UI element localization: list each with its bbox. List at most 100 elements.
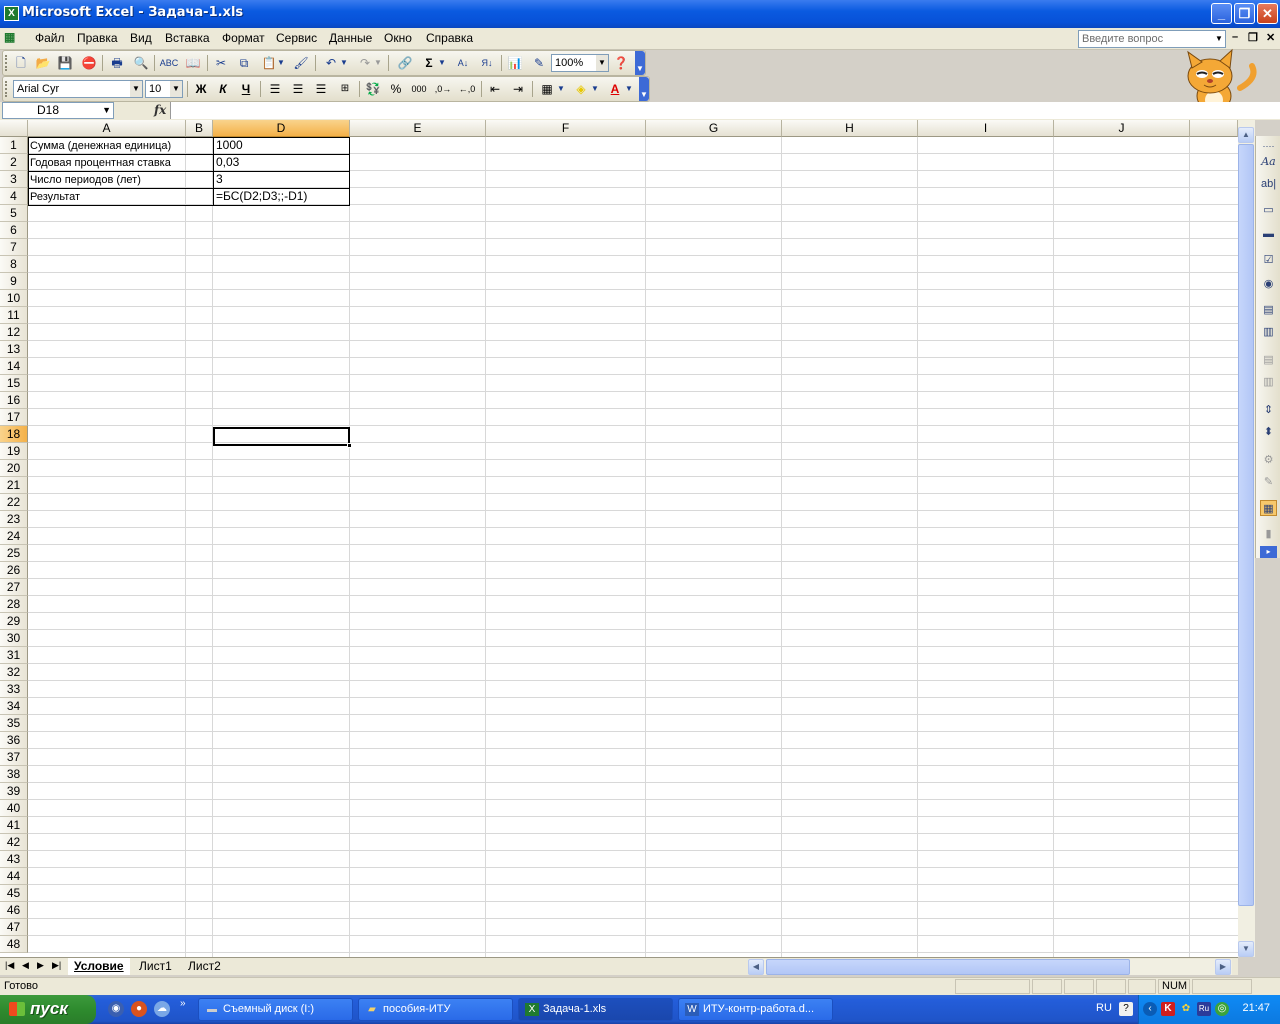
row-header[interactable]: 28	[0, 596, 28, 613]
sort-ascending-icon[interactable]: A↓	[453, 54, 473, 72]
menu-view[interactable]: Вид	[130, 31, 152, 45]
keyboard-layout-icon[interactable]: Ru	[1197, 1002, 1211, 1016]
row-header[interactable]: 27	[0, 579, 28, 596]
task-excel[interactable]: X Задача-1.xls	[518, 998, 673, 1021]
text-field-icon[interactable]: ab|	[1260, 176, 1277, 192]
tab-condition[interactable]: Условие	[68, 958, 130, 975]
menu-tools[interactable]: Сервис	[276, 31, 317, 45]
row-header[interactable]: 48	[0, 936, 28, 953]
help-icon[interactable]: ❓	[611, 54, 631, 72]
hyperlink-icon[interactable]: 🔗	[395, 54, 415, 72]
button-icon[interactable]: ▬	[1260, 226, 1277, 242]
column-header[interactable]	[1190, 120, 1238, 137]
run-dialog-icon[interactable]: ▮	[1260, 526, 1277, 542]
align-right-icon[interactable]: ☰	[311, 80, 331, 98]
fill-color-icon[interactable]: ◈	[571, 80, 591, 98]
row-header[interactable]: 35	[0, 715, 28, 732]
first-sheet-icon[interactable]: |◀	[5, 960, 14, 971]
row-header[interactable]: 33	[0, 681, 28, 698]
language-indicator[interactable]: RU	[1096, 1002, 1112, 1014]
row-header[interactable]: 44	[0, 868, 28, 885]
row-header[interactable]: 29	[0, 613, 28, 630]
column-header[interactable]: A	[28, 120, 186, 137]
cell-a1[interactable]: Сумма (денежная единица)	[28, 138, 213, 155]
align-center-icon[interactable]: ☰	[288, 80, 308, 98]
row-header[interactable]: 26	[0, 562, 28, 579]
menu-format[interactable]: Формат	[222, 31, 265, 45]
radio-icon[interactable]: ◉	[1260, 276, 1277, 292]
menu-help[interactable]: Справка	[426, 31, 473, 45]
row-header[interactable]: 21	[0, 477, 28, 494]
row-header[interactable]: 9	[0, 273, 28, 290]
copy-icon[interactable]: ⧉	[234, 54, 254, 72]
antivirus-icon[interactable]: K	[1161, 1002, 1175, 1016]
row-header[interactable]: 2	[0, 154, 28, 171]
label-icon[interactable]: Aa	[1260, 154, 1277, 170]
increase-indent-icon[interactable]: ⇥	[508, 80, 528, 98]
last-sheet-icon[interactable]: ▶|	[52, 960, 61, 971]
row-header[interactable]: 10	[0, 290, 28, 307]
doc-minimize-button[interactable]: –	[1232, 31, 1238, 43]
doc-restore-button[interactable]: ❐	[1248, 31, 1258, 44]
font-name-select[interactable]: Arial Cyr ▼	[13, 80, 143, 98]
permission-icon[interactable]: ⛔	[79, 54, 99, 72]
row-header[interactable]: 6	[0, 222, 28, 239]
column-header[interactable]: H	[782, 120, 918, 137]
chevron-down-icon[interactable]: ▼	[624, 80, 634, 98]
edit-code-icon[interactable]: ✎	[1260, 474, 1277, 490]
cell-a4[interactable]: Результат	[28, 189, 213, 206]
bold-button[interactable]: Ж	[191, 80, 211, 98]
underline-button[interactable]: Ч	[236, 80, 256, 98]
save-icon[interactable]: 💾	[55, 54, 75, 72]
row-header[interactable]: 3	[0, 171, 28, 188]
row-header[interactable]: 14	[0, 358, 28, 375]
row-header[interactable]: 32	[0, 664, 28, 681]
row-header[interactable]: 1	[0, 137, 28, 154]
select-all-corner[interactable]	[0, 120, 28, 137]
menu-edit[interactable]: Правка	[77, 31, 118, 45]
row-header[interactable]: 43	[0, 851, 28, 868]
media-player-icon[interactable]: ◉	[108, 1001, 124, 1017]
chevron-down-icon[interactable]: ▼	[556, 80, 566, 98]
toolbar-options-icon[interactable]: ▼	[639, 77, 649, 101]
chevron-down-icon[interactable]: ▼	[130, 81, 142, 97]
scroll-up-icon[interactable]: ▲	[1238, 127, 1254, 143]
research-icon[interactable]: 📖	[183, 54, 203, 72]
row-header[interactable]: 34	[0, 698, 28, 715]
tab-sheet1[interactable]: Лист1	[133, 958, 178, 975]
task-folder[interactable]: ▰ пособия-ИТУ	[358, 998, 513, 1021]
chevron-down-icon[interactable]: ▼	[596, 55, 608, 71]
chevron-down-icon[interactable]: ▼	[1214, 32, 1224, 46]
messenger-icon[interactable]: ☁	[154, 1001, 170, 1017]
row-header[interactable]: 18	[0, 426, 28, 443]
restore-button[interactable]: ❐	[1234, 3, 1255, 24]
column-header[interactable]: I	[918, 120, 1054, 137]
column-header[interactable]: E	[350, 120, 486, 137]
horizontal-scroll-thumb[interactable]	[766, 959, 1130, 975]
chevron-down-icon[interactable]: ▼	[170, 81, 182, 97]
cell-d2[interactable]: 0,03	[214, 154, 349, 171]
chart-wizard-icon[interactable]: 📊	[505, 54, 525, 72]
italic-button[interactable]: К	[213, 80, 233, 98]
combo-box-icon[interactable]: ▥	[1260, 324, 1277, 340]
borders-icon[interactable]: ▦	[537, 80, 557, 98]
toolbar-options-icon[interactable]: ▼	[635, 51, 645, 75]
ask-question-input[interactable]: Введите вопрос ▼	[1078, 30, 1226, 48]
increase-decimal-icon[interactable]: ,0→	[433, 80, 453, 98]
menu-window[interactable]: Окно	[384, 31, 412, 45]
cell-d3[interactable]: 3	[214, 171, 349, 188]
row-header[interactable]: 20	[0, 460, 28, 477]
toolbar-grip[interactable]: ····	[1260, 138, 1277, 154]
format-painter-icon[interactable]: 🖌	[291, 54, 311, 72]
combo-dropdown-icon[interactable]: ▥	[1260, 374, 1277, 390]
font-color-icon[interactable]: A	[605, 80, 625, 98]
task-removable-disk[interactable]: ▬ Съемный диск (I:)	[198, 998, 353, 1021]
align-left-icon[interactable]: ☰	[265, 80, 285, 98]
open-icon[interactable]: 📂	[33, 54, 53, 72]
row-header[interactable]: 42	[0, 834, 28, 851]
chrome-icon[interactable]: ◎	[1215, 1002, 1229, 1016]
quick-launch-more-icon[interactable]: »	[180, 998, 186, 1009]
prev-sheet-icon[interactable]: ◀	[22, 960, 29, 971]
row-header[interactable]: 47	[0, 919, 28, 936]
toolbar-options-icon[interactable]: ▸	[1260, 546, 1277, 558]
